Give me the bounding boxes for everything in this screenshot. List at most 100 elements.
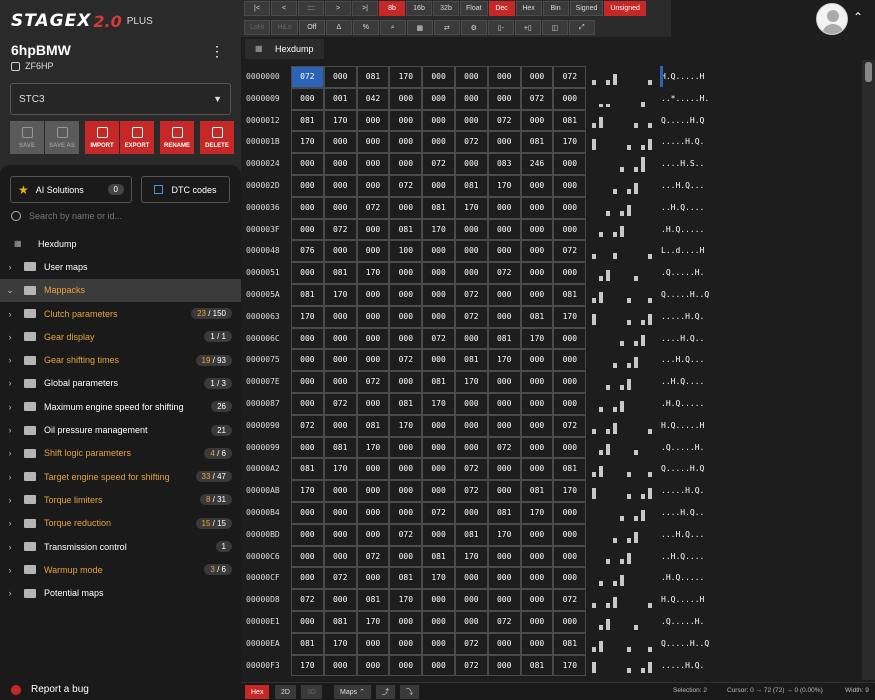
hex-cell[interactable]: 170 — [520, 502, 554, 524]
hex-cell[interactable]: 072 — [455, 480, 488, 502]
row1-button-2[interactable]: :::: — [298, 1, 324, 16]
tree-item[interactable]: › Global parameters 1 / 3 — [0, 372, 241, 395]
hex-cell[interactable]: 081 — [389, 393, 423, 415]
maps-dropdown[interactable]: Maps ⌃ — [334, 685, 371, 699]
hex-cell[interactable]: 000 — [422, 458, 455, 481]
hex-cell[interactable]: 000 — [487, 567, 521, 590]
hex-cell[interactable]: 000 — [356, 480, 390, 502]
hex-cell[interactable]: 000 — [487, 654, 521, 677]
hex-cell[interactable]: 170 — [291, 654, 324, 677]
row1-button-0[interactable]: |< — [244, 1, 270, 16]
hex-cell[interactable]: 000 — [389, 327, 423, 350]
hex-cell[interactable]: 081 — [323, 262, 357, 284]
hex-cell[interactable]: 072 — [455, 654, 488, 677]
hex-cell[interactable]: 000 — [553, 349, 587, 372]
hex-cell[interactable]: 000 — [389, 632, 423, 655]
hex-cell[interactable]: 081 — [520, 305, 554, 328]
row1-button-9[interactable]: Dec — [488, 1, 515, 16]
chevron-right-icon[interactable]: › — [0, 565, 20, 575]
hex-cell[interactable]: 170 — [356, 436, 390, 459]
hex-cell[interactable]: 000 — [553, 502, 587, 524]
hex-cell[interactable]: 000 — [356, 393, 390, 415]
hex-cell[interactable]: 000 — [553, 567, 587, 590]
hex-cell[interactable]: 000 — [356, 284, 390, 306]
variant-select[interactable]: STC3 ▼ — [10, 83, 231, 115]
row1-button-12[interactable]: Signed — [569, 1, 604, 16]
view-hex-button[interactable]: Hex — [245, 685, 270, 699]
hex-cell[interactable]: 000 — [553, 611, 587, 633]
row1-button-13[interactable]: Unsigned — [604, 1, 646, 16]
hex-cell[interactable]: 000 — [487, 458, 521, 481]
hex-cell[interactable]: 000 — [323, 654, 357, 677]
hex-cell[interactable]: 000 — [520, 371, 554, 393]
hex-cell[interactable]: 000 — [389, 436, 423, 459]
hex-cell[interactable]: 000 — [389, 654, 423, 677]
hex-cell[interactable]: 000 — [487, 371, 521, 393]
hex-cell[interactable]: 000 — [389, 305, 423, 328]
hex-cell[interactable]: 000 — [553, 436, 587, 459]
hex-cell[interactable]: 000 — [487, 284, 521, 306]
tree-item[interactable]: › Oil pressure management 21 — [0, 418, 241, 441]
vertical-scrollbar[interactable] — [862, 60, 875, 680]
hex-cell[interactable]: 000 — [389, 87, 423, 110]
hex-cell[interactable]: 000 — [553, 327, 587, 350]
row2-button-10[interactable]: +▯ — [514, 20, 541, 35]
hex-cell[interactable]: 000 — [455, 87, 488, 110]
hex-cell[interactable]: 000 — [323, 371, 357, 393]
hex-cell[interactable]: 081 — [323, 611, 357, 633]
hex-cell[interactable]: 000 — [487, 87, 521, 110]
hex-cell[interactable]: 000 — [487, 305, 521, 328]
hex-cell[interactable]: 072 — [389, 523, 423, 546]
chevron-right-icon[interactable]: › — [0, 588, 20, 598]
hex-cell[interactable]: 000 — [389, 480, 423, 502]
hex-cell[interactable]: 000 — [389, 502, 423, 524]
hex-cell[interactable]: 000 — [520, 458, 554, 481]
hex-cell[interactable]: 081 — [422, 545, 455, 568]
hex-cell[interactable]: 000 — [291, 523, 324, 546]
chevron-right-icon[interactable]: › — [0, 332, 20, 342]
hex-cell[interactable]: 072 — [323, 567, 357, 590]
hex-cell[interactable]: 000 — [455, 109, 488, 132]
hex-cell[interactable]: 000 — [291, 87, 324, 110]
hex-cell[interactable]: 081 — [487, 327, 521, 350]
hex-cell[interactable]: 000 — [389, 153, 423, 175]
tree-item[interactable]: › Torque reduction 15 / 15 — [0, 512, 241, 535]
tree-item[interactable]: › Clutch parameters 23 / 150 — [0, 302, 241, 325]
hex-cell[interactable]: 000 — [323, 153, 357, 175]
hex-cell[interactable]: 000 — [323, 502, 357, 524]
hex-cell[interactable]: 000 — [422, 654, 455, 677]
hex-cell[interactable]: 000 — [487, 589, 521, 611]
row1-button-3[interactable]: > — [325, 1, 351, 16]
hex-cell[interactable]: 072 — [520, 87, 554, 110]
hex-cell[interactable]: 000 — [291, 436, 324, 459]
hex-cell[interactable]: 000 — [553, 393, 587, 415]
hex-cell[interactable]: 072 — [323, 393, 357, 415]
hex-cell[interactable]: 081 — [291, 109, 324, 132]
hex-cell[interactable]: 000 — [520, 175, 554, 197]
hex-cell[interactable]: 081 — [553, 632, 587, 655]
hex-cell[interactable]: 170 — [323, 109, 357, 132]
hex-cell[interactable]: 000 — [356, 305, 390, 328]
hex-cell[interactable]: 000 — [520, 545, 554, 568]
hex-cell[interactable]: 000 — [455, 327, 488, 350]
hex-cell[interactable]: 072 — [422, 327, 455, 350]
chevron-right-icon[interactable]: › — [0, 495, 20, 505]
jump-in-icon[interactable]: ⤴ — [376, 685, 395, 699]
hex-cell[interactable]: 000 — [520, 523, 554, 546]
hex-cell[interactable]: 081 — [422, 196, 455, 219]
hex-cell[interactable]: 000 — [487, 131, 521, 154]
row2-button-1[interactable]: HiLo — [271, 20, 298, 35]
hex-cell[interactable]: 000 — [291, 349, 324, 372]
hex-cell[interactable]: 000 — [356, 131, 390, 154]
hex-cell[interactable]: 000 — [291, 371, 324, 393]
tree-item[interactable]: ▦ Hexdump — [0, 232, 241, 255]
hex-cell[interactable]: 000 — [422, 523, 455, 546]
hex-cell[interactable]: 000 — [487, 66, 521, 88]
hex-cell[interactable]: 081 — [323, 436, 357, 459]
hex-cell[interactable]: 000 — [553, 545, 587, 568]
tree-item[interactable]: › Maximum engine speed for shifting 26 — [0, 395, 241, 418]
hex-cell[interactable]: 000 — [389, 611, 423, 633]
hex-cell[interactable]: 000 — [520, 284, 554, 306]
hex-cell[interactable]: 000 — [356, 567, 390, 590]
hex-cell[interactable]: 000 — [520, 567, 554, 590]
